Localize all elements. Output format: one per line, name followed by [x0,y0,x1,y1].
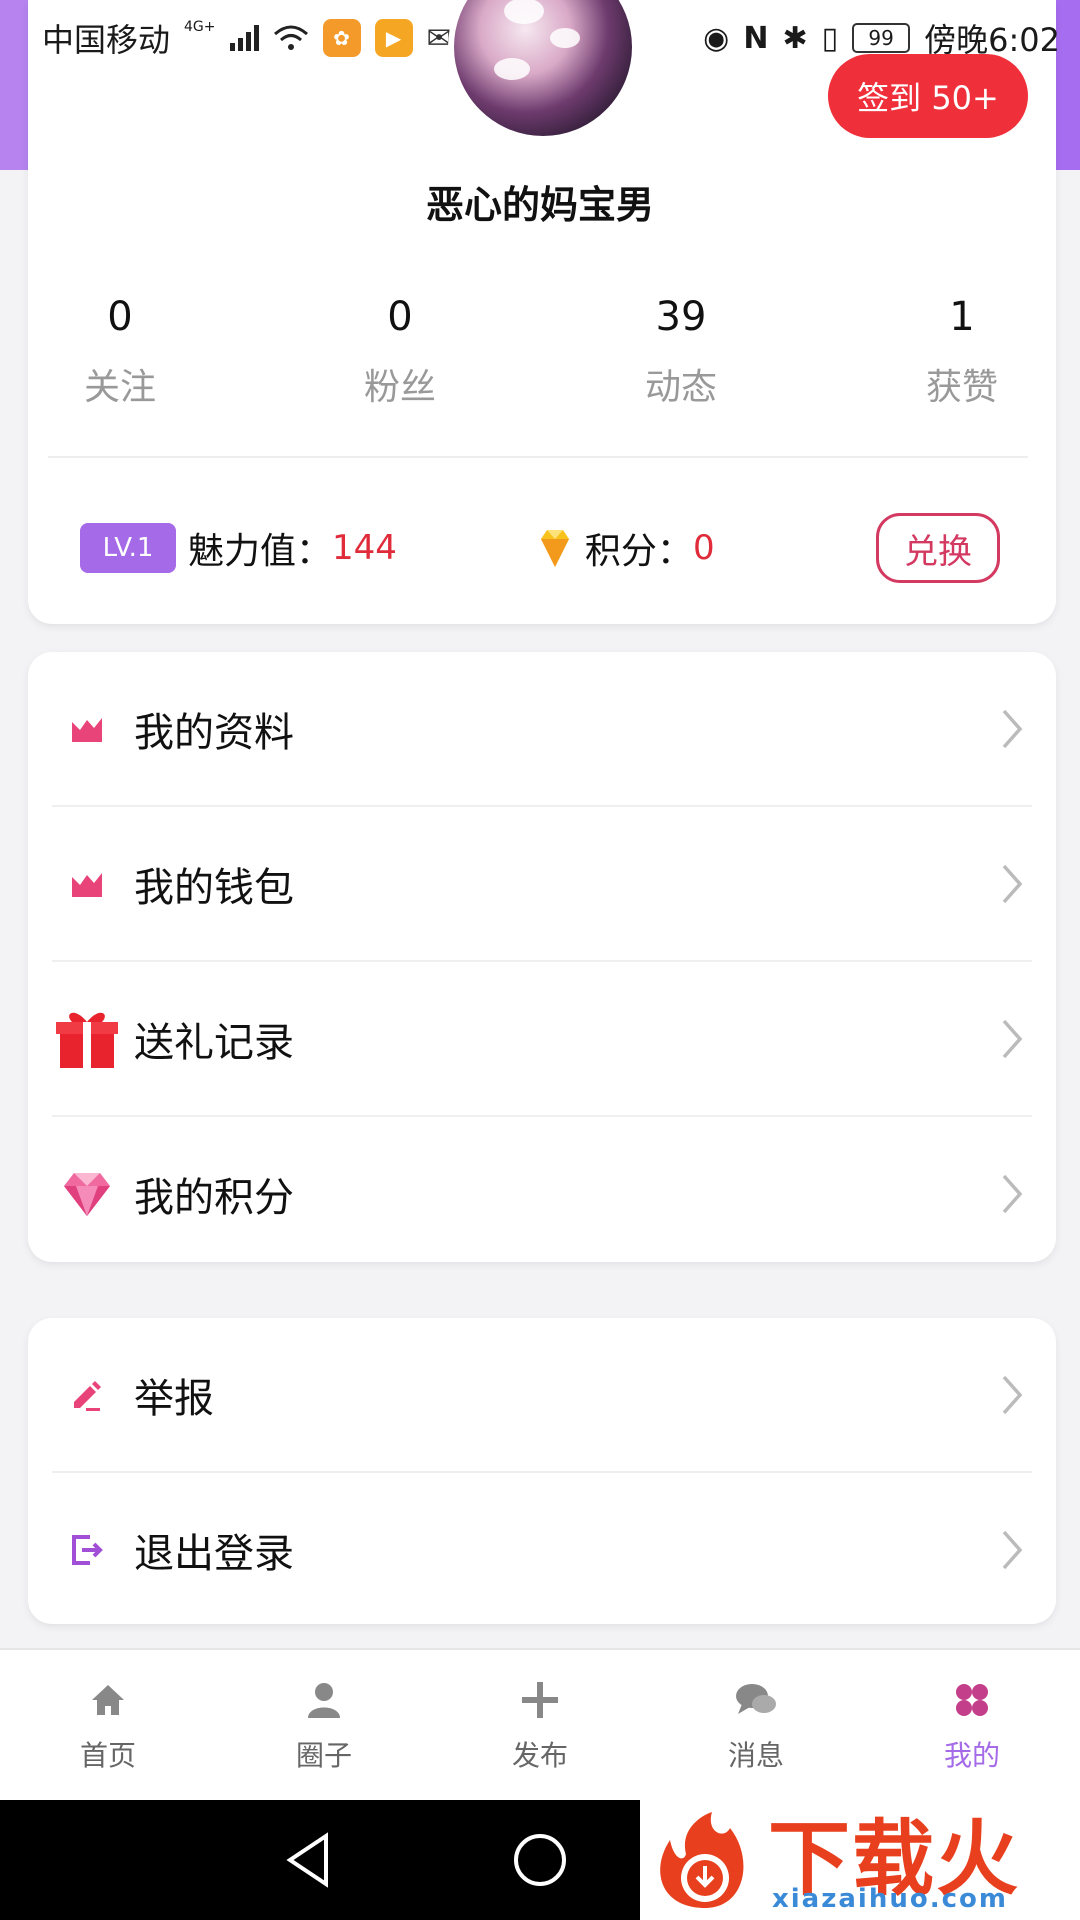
menu-item-logout[interactable]: 退出登录 [28,1473,1056,1626]
pencil-icon [52,1360,122,1430]
signal-icon [229,25,259,51]
menu-card-account: 我的资料 我的钱包 送礼记录 我的积分 [28,652,1056,1262]
vibrate-icon: ▯ [821,20,839,56]
chevron-right-icon [1002,864,1023,903]
points-label: 积分： [584,531,693,572]
chevron-right-icon [1002,1174,1023,1213]
user-nickname: 恶心的妈宝男 [425,183,654,227]
stat-likes[interactable]: 1 获赞 [862,290,1062,410]
menu-item-report[interactable]: 举报 [28,1318,1056,1471]
divider [48,456,1028,458]
battery-indicator: 99 [852,23,911,53]
level-row: LV.1 魅力值： 144 积分： 0 兑换 [80,513,1000,583]
gift-icon [52,1004,122,1074]
watermark-url: xiazaihuo.com [772,1884,1008,1914]
network-type: 4G+ [184,19,216,35]
menu-item-my-profile[interactable]: 我的资料 [28,652,1056,805]
diamond-icon [52,1159,122,1229]
chart-icon [52,694,122,764]
menu-card-other: 举报 退出登录 [28,1318,1056,1624]
person-icon [308,1683,340,1718]
eye-icon: ◉ [703,20,730,56]
tab-circle[interactable]: 圈子 [216,1650,432,1802]
chevron-right-icon [1002,1375,1023,1414]
back-icon[interactable] [282,1830,338,1890]
plus-icon [522,1682,558,1718]
user-stats: 0 关注 0 粉丝 39 动态 1 获赞 [0,290,1080,420]
tab-mine[interactable]: 我的 [864,1650,1080,1802]
level-badge: LV.1 [80,523,176,573]
charm-value: 144 [332,528,397,568]
gem-icon [540,530,569,567]
menu-item-my-points[interactable]: 我的积分 [28,1117,1056,1270]
tab-publish[interactable]: 发布 [432,1650,648,1802]
tab-messages[interactable]: 消息 [648,1650,864,1802]
nfc-icon: N [743,20,769,56]
stat-followers[interactable]: 0 粉丝 [300,290,500,410]
checkin-button[interactable]: 签到 50+ [828,54,1028,138]
points-value: 0 [692,528,715,568]
chevron-right-icon [1002,1019,1023,1058]
chevron-right-icon [1002,1530,1023,1569]
chat-icon [736,1684,776,1714]
menu-item-my-wallet[interactable]: 我的钱包 [28,807,1056,960]
watermark-logo: 下载火 xiazaihuo.com [640,1786,1080,1920]
tab-home[interactable]: 首页 [0,1650,216,1802]
bluetooth-icon: ✱ [782,20,808,56]
stat-posts[interactable]: 39 动态 [581,290,781,410]
menu-item-gift-records[interactable]: 送礼记录 [28,962,1056,1115]
exchange-button[interactable]: 兑换 [876,513,1000,583]
clover-icon [956,1684,988,1716]
home-button-icon[interactable] [510,1830,570,1890]
chart-icon [52,849,122,919]
wifi-icon [273,25,308,50]
video-icon: ▶ [374,19,413,57]
home-icon [92,1685,124,1715]
chevron-right-icon [1002,709,1023,748]
carrier-label: 中国移动 [42,21,171,59]
stat-following[interactable]: 0 关注 [20,290,220,410]
flame-logo-icon [660,1812,744,1908]
bottom-tab-bar: 首页 圈子 发布 消息 我的 [0,1648,1080,1800]
uc-browser-icon: ✿ [322,19,361,57]
logout-icon [52,1515,122,1585]
charm-label: 魅力值： [188,531,333,572]
